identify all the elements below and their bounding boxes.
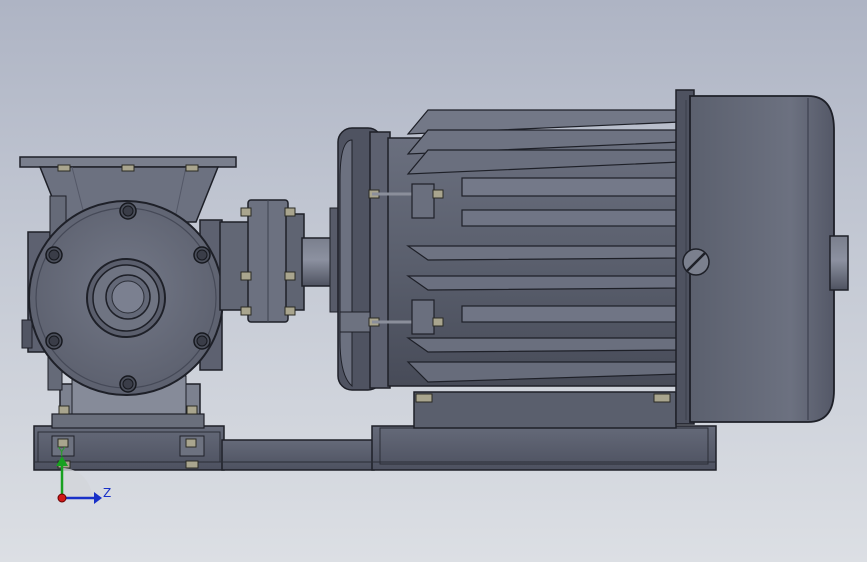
- triad-x-axis-dot: [57, 493, 67, 503]
- motor-feet: [413, 391, 677, 429]
- triad-z-arrow-icon: [94, 492, 102, 504]
- motor-drive-end-shield: [337, 127, 391, 391]
- triad-z-label: Z: [103, 486, 111, 500]
- cad-viewport[interactable]: Y Z: [0, 0, 867, 562]
- pump-motor-assembly: Y Z: [19, 89, 849, 504]
- motor-cooling-fins: [406, 109, 681, 383]
- shaft-coupling: [219, 199, 343, 323]
- base-frame: [33, 425, 717, 471]
- triad-y-label: Y: [57, 445, 66, 459]
- pump-volute: [28, 200, 224, 396]
- motor-screw-icon: [682, 248, 710, 276]
- triad-plane-icon: [62, 468, 92, 498]
